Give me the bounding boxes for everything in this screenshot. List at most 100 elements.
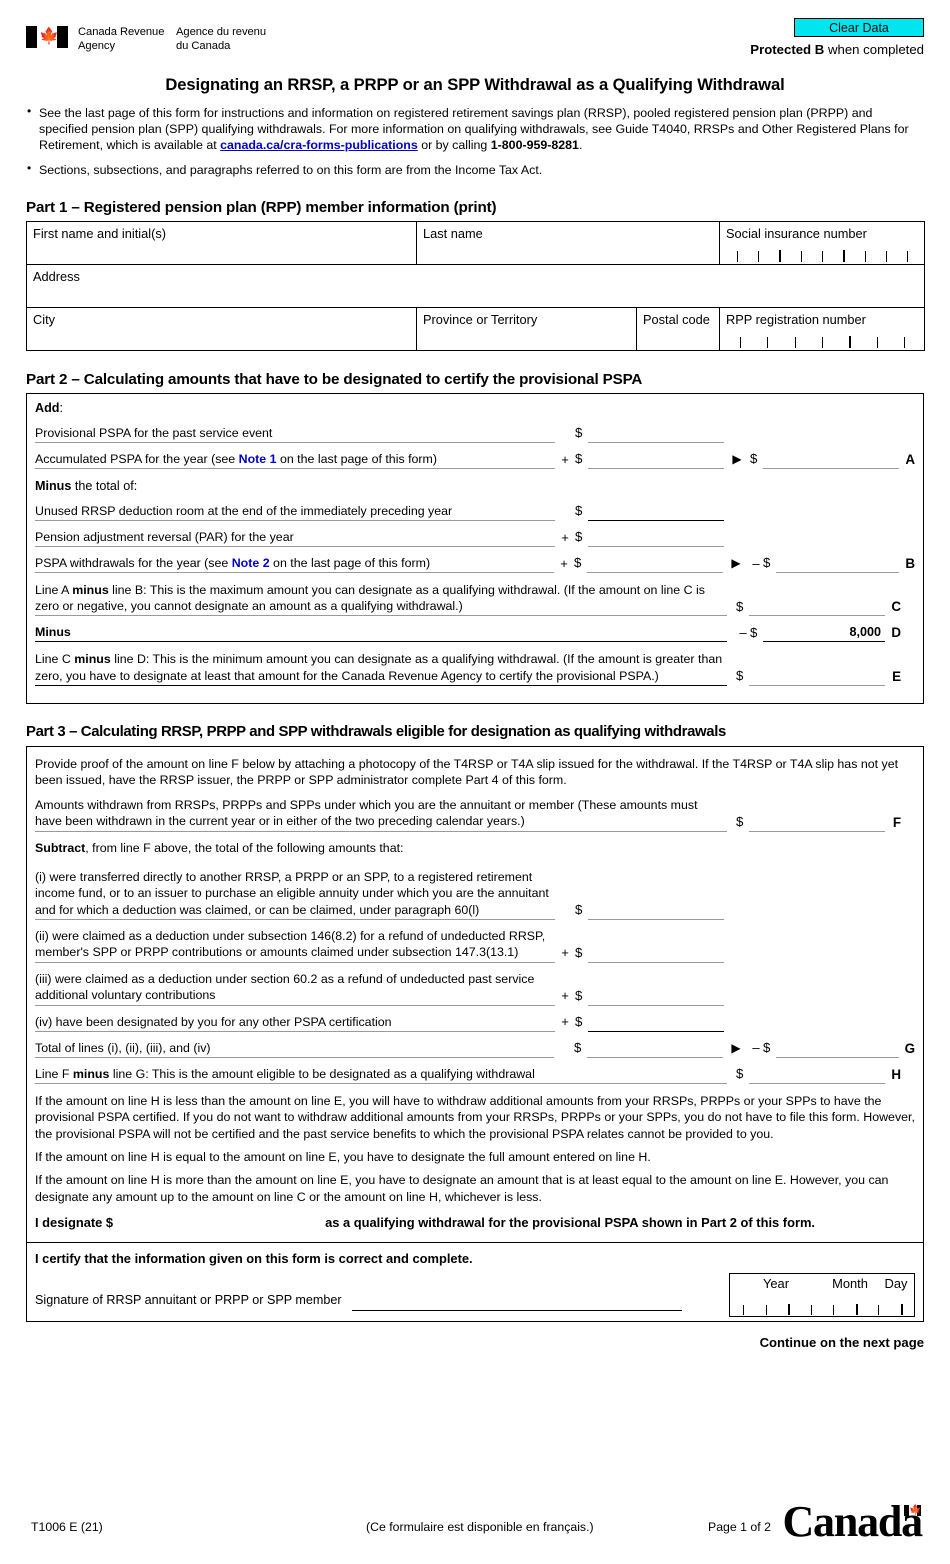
item-ii-text: (ii) were claimed as a deduction under s… [35,928,555,963]
minus-bold: Minus [35,479,72,494]
add-bold: Add [35,401,60,416]
form-page: 🍁 Canada Revenue Agency Agence du revenu… [0,0,950,1564]
designate-amount-input[interactable] [113,1215,325,1231]
last-name-cell[interactable]: Last name [415,220,721,265]
continue-note: Continue on the next page [759,1334,924,1350]
line-f-input[interactable] [749,815,885,832]
intro-bullet-2: Sections, subsections, and paragraphs re… [26,161,924,178]
part2-minus-total-label: Minus the total of: [35,479,915,495]
line-h-letter: H [891,1066,901,1082]
line-c-pre: Line A [35,583,73,598]
item-iv-dollar: $ [575,1014,583,1030]
accumulated-pspa-op: + [561,451,569,467]
psw-post: on the last page of this form) [269,556,431,570]
address-cell[interactable]: Address [25,263,926,308]
line-b-input[interactable] [776,556,899,574]
pspa-withdrawals-input[interactable] [587,556,723,574]
item-iv-text: (iv) have been designated by you for any… [35,1014,555,1032]
line-c-input[interactable] [749,599,885,617]
item-iv-input[interactable] [588,1015,724,1032]
line-d-label: Minus [35,624,727,643]
part2-row-accumulated-pspa: Accumulated PSPA for the year (see Note … [35,447,915,470]
add-colon: : [59,401,63,416]
rpp-registration-cell[interactable]: RPP registration number [719,306,926,351]
certification-statement: I certify that the information given on … [35,1250,473,1266]
item-iii-input[interactable] [588,989,724,1006]
agency-fr-line1: Agence du revenu [176,26,267,38]
line-c-label: Line A minus line B: This is the maximum… [35,582,727,617]
acc-pre: Accumulated PSPA for the year (see [35,452,239,467]
part2-row-provisional-pspa: Provisional PSPA for the past service ev… [35,421,915,444]
item-i-input[interactable] [588,903,724,921]
line-f-label: Amounts withdrawn from RRSPs, PRPPs and … [35,797,727,832]
line-e-letter: E [892,668,901,684]
date-digit-ticks [732,1303,912,1315]
item-iii-op: + [561,988,569,1004]
unused-rrsp-room-op [555,520,575,521]
part3-row-line-h: Line F minus line G: This is the amount … [35,1062,915,1084]
line-h-bold: minus [72,1066,110,1081]
part2-box: Add: Provisional PSPA for the past servi… [26,393,924,704]
line-c-bold: minus [72,583,109,598]
provisional-pspa-input[interactable] [588,426,724,444]
postal-code-cell[interactable]: Postal code [635,306,721,351]
first-name-cell[interactable]: First name and initial(s) [26,220,417,265]
line-a-letter: A [905,452,915,468]
unused-rrsp-room-dollar: $ [575,503,583,519]
line-h-dollar: $ [736,1066,744,1082]
item-i-text: (i) were transferred directly to another… [35,869,555,921]
signature-input[interactable] [351,1293,682,1311]
province-cell[interactable]: Province or Territory [416,306,637,351]
agency-name-fr: Agence du revenu du Canada [176,25,286,54]
pspa-withdrawals-op: + [560,555,568,571]
pspa-withdrawals-dollar: $ [574,555,582,571]
line-a-input[interactable] [763,452,899,470]
part1-member-info-table: First name and initial(s) Last name Soci… [25,220,926,351]
subtract-bold: Subtract [35,840,86,855]
page-footer: T1006 E (21) (Ce formulaire est disponib… [26,1496,924,1544]
unused-rrsp-room-input[interactable] [588,504,724,522]
protected-b-suffix: when completed [824,42,924,57]
cra-forms-publications-link[interactable]: canada.ca/cra-forms-publications [220,138,418,152]
date-box[interactable]: Year Month Day [729,1272,915,1317]
clear-data-button[interactable]: Clear Data [794,18,924,37]
page-title: Designating an RRSP, a PRPP or an SPP Wi… [165,75,785,94]
part2-row-line-d: Minus – $ 8,000 D [35,620,915,643]
line-g-label: Total of lines (i), (ii), (iii), and (iv… [35,1040,554,1058]
first-name-label: First name and initial(s) [33,225,166,241]
line-e-input[interactable] [749,669,885,686]
city-cell[interactable]: City [26,306,417,351]
canada-flag-icon: 🍁 [26,26,68,48]
part3-row-line-f: Amounts withdrawn from RRSPs, PRPPs and … [35,797,915,832]
accumulated-pspa-input[interactable] [588,452,724,470]
line-g-result-input[interactable] [776,1041,899,1058]
part2-add-label: Add: [35,401,915,417]
item-iii-text: (iii) were claimed as a deduction under … [35,971,555,1006]
provisional-pspa-label: Provisional PSPA for the past service ev… [35,425,555,444]
part3-item-iii: (iii) were claimed as a deduction under … [35,971,915,1006]
line-d-value: 8,000 [763,625,885,643]
accumulated-pspa-label: Accumulated PSPA for the year (see Note … [35,451,555,470]
part3-paragraph-1: If the amount on line H is less than the… [35,1093,915,1141]
line-h-input[interactable] [749,1067,885,1084]
line-b-minus-sign: – [752,555,760,571]
part2-row-par: Pension adjustment reversal (PAR) for th… [35,525,915,548]
page-header: 🍁 Canada Revenue Agency Agence du revenu… [26,14,924,66]
postal-code-label: Postal code [643,311,710,327]
line-g-dollar: $ [574,1040,582,1056]
item-ii-dollar: $ [575,945,583,961]
maple-leaf-icon: 🍁 [39,28,59,45]
arrow-right-icon: ▶ [731,555,741,570]
part3-subtract-label: Subtract, from line F above, the total o… [35,840,915,856]
par-input[interactable] [588,530,724,548]
intro-bullets: See the last page of this form for instr… [26,104,924,179]
par-label: Pension adjustment reversal (PAR) for th… [35,529,555,548]
bullet1-text-b: or by calling [417,138,491,153]
day-label: Day [884,1275,908,1291]
part2-row-line-c: Line A minus line B: This is the maximum… [35,582,915,617]
sin-cell[interactable]: Social insurance number [719,220,926,265]
line-g-input[interactable] [587,1041,723,1058]
rpp-registration-label: RPP registration number [726,311,866,327]
item-ii-input[interactable] [588,946,724,963]
line-f-dollar: $ [736,813,744,829]
